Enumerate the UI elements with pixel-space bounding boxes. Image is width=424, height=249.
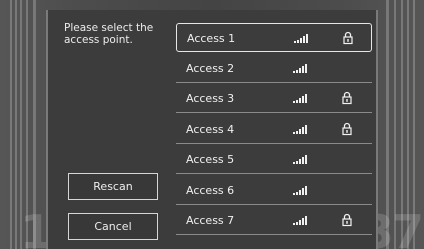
access-point-name: Access 7 <box>186 214 235 227</box>
access-point-name: Access 4 <box>186 122 235 136</box>
rescan-button[interactable]: Rescan <box>68 173 158 200</box>
access-point-name: Access 6 <box>186 183 235 197</box>
access-point-item[interactable]: Access 3 <box>176 84 372 113</box>
background-stripe <box>15 0 17 249</box>
lock-icon <box>342 122 352 135</box>
screen-background: 1 3 7 Please select the access point. Re… <box>0 0 424 249</box>
signal-strength-icon <box>293 155 307 164</box>
cancel-button[interactable]: Cancel <box>68 213 158 240</box>
lock-icon <box>343 31 353 45</box>
signal-strength-icon <box>293 216 307 225</box>
access-point-item[interactable]: Access 5 <box>176 145 372 174</box>
instruction-text: Please select the access point. <box>64 22 154 46</box>
signal-strength-icon <box>293 63 307 73</box>
access-point-item[interactable]: Access 2 <box>176 54 372 83</box>
network-select-dialog: Please select the access point. Rescan C… <box>46 10 378 249</box>
signal-strength-icon <box>293 124 307 134</box>
signal-strength-icon <box>294 34 308 43</box>
access-point-list: Access 1 Access 2 Access 3 Access 4 Access 5… <box>176 23 372 237</box>
access-point-name: Access 5 <box>186 153 235 166</box>
background-digit: 7 <box>392 205 424 249</box>
access-point-item[interactable]: Access 6 <box>176 176 372 205</box>
access-point-item[interactable]: Access 1 <box>176 23 372 52</box>
access-point-name: Access 3 <box>186 92 235 105</box>
signal-strength-icon <box>293 94 307 103</box>
access-point-name: Access 2 <box>186 61 235 75</box>
lock-icon <box>342 91 352 105</box>
signal-strength-icon <box>293 185 307 195</box>
access-point-item[interactable]: Access 4 <box>176 115 372 144</box>
lock-icon <box>342 213 352 227</box>
access-point-item[interactable]: Access 7 <box>176 206 372 235</box>
background-stripe <box>10 0 12 249</box>
access-point-name: Access 1 <box>187 32 236 45</box>
